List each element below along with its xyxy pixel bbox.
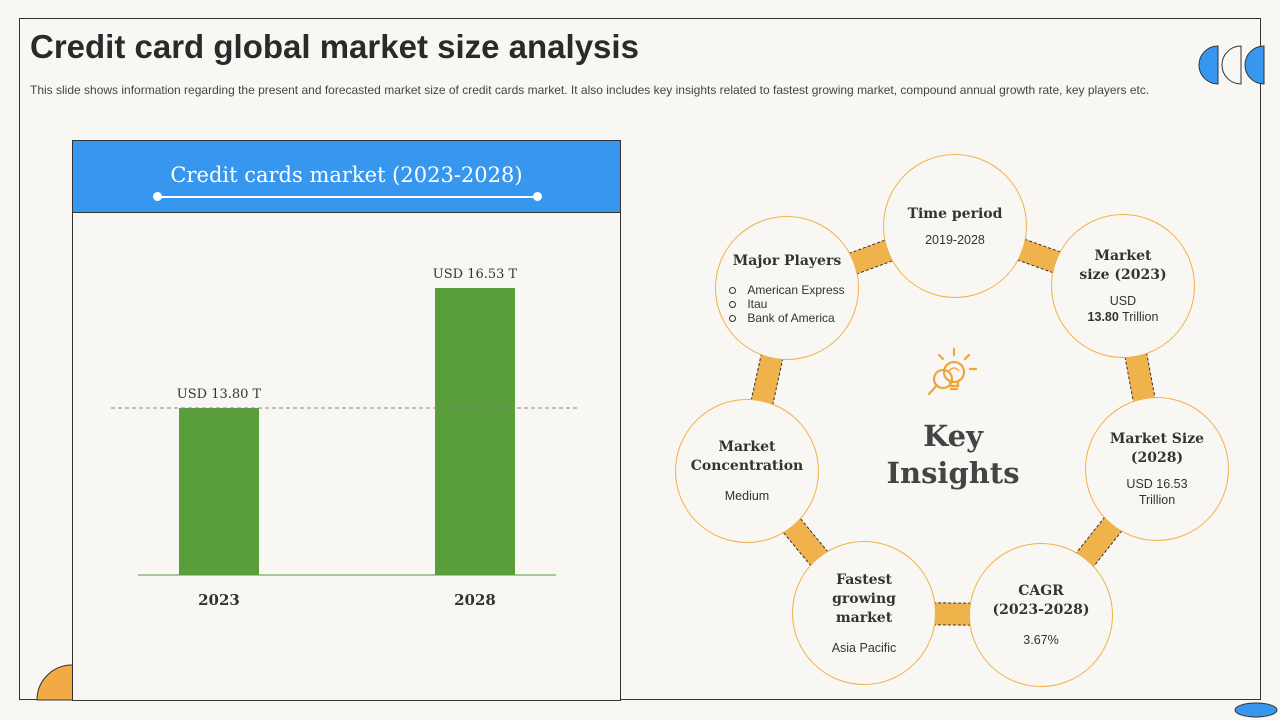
insight-title-line2: growing market: [832, 590, 896, 626]
insight-value: Asia Pacific: [831, 640, 897, 655]
insight-market-concentration: Market Concentration Medium: [675, 399, 819, 543]
players-list: American Express Itau Bank of America: [729, 283, 845, 325]
decor-half-circles: [1198, 45, 1265, 85]
insight-value: USD 16.53 Trillion: [1126, 476, 1187, 508]
insight-value: USD 13.80 Trillion: [1088, 293, 1159, 325]
insight-value: 2019-2028: [925, 232, 985, 247]
insight-cagr: CAGR (2023-2028) 3.67%: [969, 543, 1113, 687]
page-title: Credit card global market size analysis: [30, 28, 639, 65]
key-insights-line1: Key: [923, 419, 983, 453]
insight-fastest-growing-market: Fastest growing market Asia Pacific: [792, 541, 936, 685]
list-item: American Express: [729, 283, 845, 297]
insight-title: Market size (2023): [1069, 247, 1176, 285]
insight-title-line1: Market: [718, 439, 776, 455]
insight-title-line1: Market Size: [1109, 431, 1205, 447]
insight-value: Medium: [724, 489, 770, 503]
chart-panel: Credit cards market (2023-2028) USD 13.8…: [72, 140, 621, 701]
x-tick-label-2023: 2023: [198, 591, 240, 609]
insight-title: Fastest growing market: [793, 571, 935, 628]
insight-title-line2: (2023-2028): [992, 602, 1090, 618]
key-insights-line2: Insights: [886, 456, 1020, 490]
bar-2028: [435, 288, 515, 575]
insight-value-line1: USD: [1109, 294, 1137, 308]
insight-value-unit: Trillion: [1122, 310, 1159, 324]
insight-title: Market Size (2028): [1100, 430, 1214, 468]
insight-market-size-2028: Market Size (2028) USD 16.53 Trillion: [1085, 397, 1229, 541]
key-insights-title: Key Insights: [880, 418, 1026, 492]
list-item: Itau: [729, 297, 844, 311]
bar-2023: [179, 407, 259, 575]
x-tick-label-2028: 2028: [454, 591, 496, 609]
insight-title-line1: Fastest: [836, 571, 892, 588]
insight-title-line1: Market: [1094, 248, 1152, 264]
insight-title-line1: CAGR: [1018, 583, 1064, 599]
insight-value-number: 13.80: [1087, 310, 1119, 324]
insight-title: Time period: [907, 205, 1003, 222]
insight-title-line2: (2028): [1130, 450, 1184, 466]
lightbulb-search-icon: [927, 347, 978, 396]
insight-title: Major Players: [732, 252, 842, 269]
insight-value-line1: USD 16.53: [1126, 477, 1188, 491]
insight-time-period: Time period 2019-2028: [883, 154, 1027, 298]
insight-title-line2: Concentration: [690, 458, 804, 474]
insight-value: 3.67%: [1023, 633, 1059, 647]
insight-value-line2: Trillion: [1138, 493, 1176, 507]
insight-title: CAGR (2023-2028): [983, 582, 1100, 620]
insight-major-players: Major Players American Express Itau Bank…: [715, 216, 859, 360]
insight-market-size-2023: Market size (2023) USD 13.80 Trillion: [1051, 214, 1195, 358]
insight-title-line2: size (2023): [1079, 267, 1167, 283]
data-label-2028: USD 16.53 T: [433, 267, 518, 282]
list-item: Bank of America: [729, 311, 844, 325]
insight-title: Market Concentration: [681, 438, 814, 476]
data-label-2023: USD 13.80 T: [177, 387, 262, 402]
bar-chart: USD 13.80 T 2023 USD 16.53 T 2028: [111, 267, 578, 609]
page-subtitle: This slide shows information regarding t…: [30, 83, 1150, 97]
